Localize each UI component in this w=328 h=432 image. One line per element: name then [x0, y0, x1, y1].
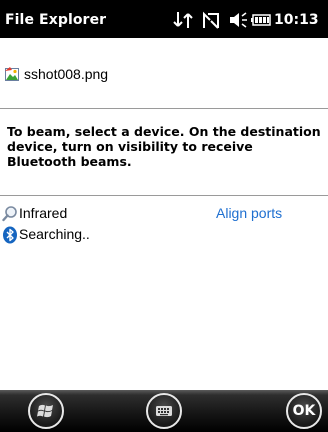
image-file-icon — [5, 67, 19, 81]
clock[interactable]: 10:13 — [274, 12, 319, 28]
windows-start-icon — [37, 404, 53, 418]
connectivity-icon[interactable] — [172, 10, 194, 30]
divider — [0, 108, 328, 109]
start-button[interactable] — [28, 393, 64, 429]
signal-off-icon[interactable] — [200, 10, 222, 30]
keyboard-button[interactable] — [146, 393, 182, 429]
keyboard-icon — [156, 406, 172, 416]
ok-button[interactable]: OK — [286, 393, 322, 429]
battery-icon[interactable] — [250, 10, 272, 30]
title-bar: File Explorer 10:13 — [0, 0, 328, 38]
divider — [0, 195, 328, 196]
beam-instructions: To beam, select a device. On the destina… — [7, 124, 321, 169]
device-label: Searching.. — [19, 226, 90, 242]
app-title: File Explorer — [5, 12, 107, 28]
device-item-infrared[interactable]: Infrared Align ports — [0, 204, 328, 224]
search-icon — [2, 206, 17, 222]
volume-icon[interactable] — [228, 10, 248, 30]
file-item: sshot008.png — [4, 65, 108, 83]
taskbar: OK — [0, 390, 328, 432]
device-label: Infrared — [19, 205, 68, 221]
align-ports-link[interactable]: Align ports — [216, 205, 282, 221]
ok-label: OK — [292, 403, 316, 419]
file-name: sshot008.png — [24, 66, 109, 82]
device-item-searching[interactable]: Searching.. — [0, 225, 328, 245]
bluetooth-icon — [3, 226, 17, 244]
